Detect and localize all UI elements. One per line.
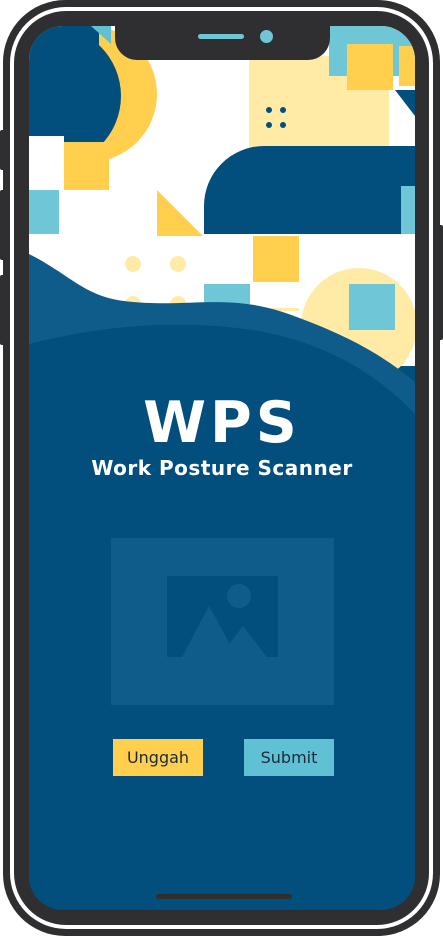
side-button [0, 190, 6, 260]
side-button [0, 275, 6, 345]
submit-button[interactable]: Submit [244, 739, 334, 776]
image-preview[interactable] [111, 538, 334, 705]
side-button [0, 130, 6, 170]
front-camera [260, 30, 273, 43]
upload-button[interactable]: Unggah [113, 739, 203, 776]
app-screen: WPS Work Posture Scanner Unggah Submit [29, 26, 415, 910]
image-placeholder-icon [167, 576, 278, 657]
phone-mockup: WPS Work Posture Scanner Unggah Submit [0, 0, 443, 936]
phone-notch [115, 26, 330, 60]
home-indicator[interactable] [156, 894, 292, 899]
side-button [437, 225, 443, 340]
app-subtitle: Work Posture Scanner [91, 456, 353, 480]
app-title: WPS [143, 390, 301, 456]
speaker-grille [198, 34, 244, 39]
